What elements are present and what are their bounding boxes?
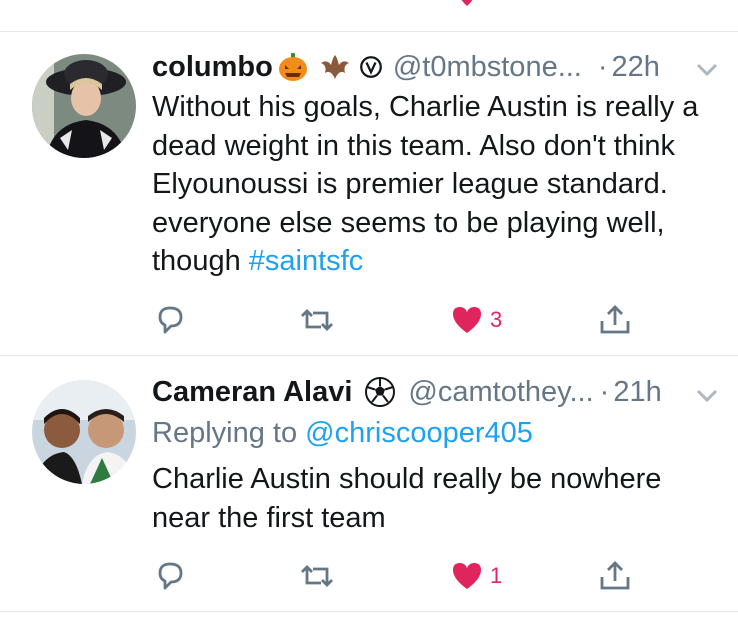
tweet[interactable]: columbo @t0mbstone... · 22h Without his …: [0, 32, 738, 354]
reply-button[interactable]: [153, 556, 187, 596]
tweet-header: Cameran Alavi @camtothey... · 21h: [152, 373, 662, 411]
retweet-icon[interactable]: [300, 0, 336, 10]
retweet-icon: [301, 309, 333, 331]
chevron-down-icon[interactable]: [694, 56, 720, 82]
separator-dot: ·: [599, 375, 610, 408]
jack-o-lantern-icon: [278, 53, 307, 81]
display-name[interactable]: columbo: [152, 51, 273, 84]
timestamp[interactable]: 22h: [612, 51, 660, 84]
like-count: 1: [490, 563, 503, 588]
tweet-actions: 1: [0, 556, 738, 596]
share-icon: [600, 305, 630, 334]
retweet-icon: [301, 565, 333, 587]
separator-dot: ·: [597, 50, 608, 83]
tweet[interactable]: Cameran Alavi @camtothey... · 21h Replyi…: [0, 356, 738, 610]
retweet-button[interactable]: [299, 300, 335, 340]
bat-icon: [320, 55, 349, 79]
display-name[interactable]: Cameran Alavi: [152, 376, 352, 409]
soccer-ball-icon: [365, 377, 396, 407]
reply-icon: [158, 306, 183, 334]
hashtag-link[interactable]: #saintsfc: [249, 245, 363, 277]
share-icon: [600, 561, 630, 590]
replying-to-label: Replying to: [152, 417, 298, 449]
like-button[interactable]: 3: [450, 300, 502, 340]
reply-icon: [158, 562, 183, 590]
share-button[interactable]: [598, 556, 632, 596]
timestamp[interactable]: 21h: [613, 376, 661, 409]
heart-icon: [453, 307, 481, 333]
share-button[interactable]: [598, 300, 632, 340]
replying-to-line: Replying to @chriscooper405: [152, 414, 722, 453]
copyleft-v-icon: [359, 56, 382, 78]
retweet-button[interactable]: [299, 556, 335, 596]
share-icon[interactable]: [600, 0, 634, 10]
tweet-text: Without his goals, Charlie Austin is rea…: [152, 88, 722, 281]
heart-icon: [453, 563, 481, 589]
avatar[interactable]: [32, 380, 136, 484]
tweet-header: columbo @t0mbstone... · 22h: [152, 48, 660, 86]
reply-button[interactable]: [153, 300, 187, 340]
replying-to-mention[interactable]: @chriscooper405: [305, 417, 533, 449]
user-handle[interactable]: @camtothey...: [408, 376, 593, 409]
tweet-text-main: Charlie Austin should really be nowhere …: [152, 463, 662, 534]
like-count: 3: [490, 307, 503, 332]
chevron-down-icon[interactable]: [694, 382, 720, 408]
divider: [0, 611, 738, 612]
reply-icon[interactable]: [155, 0, 189, 10]
like-button[interactable]: 1: [450, 556, 502, 596]
tweet-text-main: Without his goals, Charlie Austin is rea…: [152, 91, 699, 277]
like-icon[interactable]: [452, 0, 482, 8]
user-handle[interactable]: @t0mbstone...: [393, 51, 582, 84]
previous-tweet-actions: [0, 0, 738, 30]
tweet-actions: 3: [0, 300, 738, 340]
avatar[interactable]: [32, 54, 136, 158]
tweet-text: Charlie Austin should really be nowhere …: [152, 460, 722, 537]
